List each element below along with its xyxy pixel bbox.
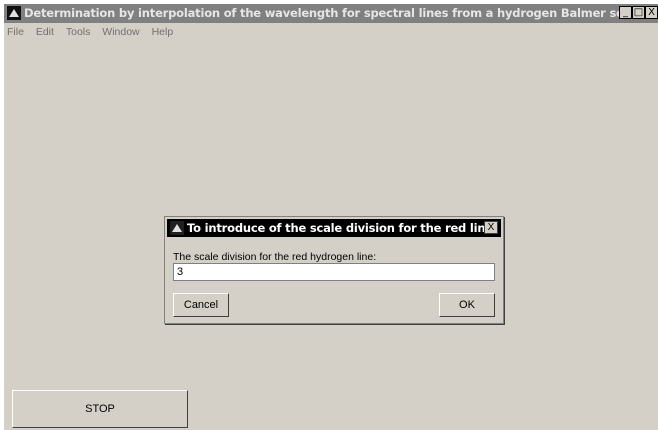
matlab-app-icon	[7, 6, 21, 20]
window-title: Determination by interpolation of the wa…	[24, 6, 641, 20]
dialog-titlebar[interactable]: To introduce of the scale division for t…	[167, 219, 501, 237]
menu-edit[interactable]: Edit	[36, 24, 54, 40]
dialog-prompt: The scale division for the red hydrogen …	[173, 251, 377, 263]
window-titlebar[interactable]: Determination by interpolation of the wa…	[4, 4, 658, 23]
input-dialog: To introduce of the scale division for t…	[164, 216, 504, 324]
maximize-button[interactable]: □	[632, 6, 645, 19]
scale-division-input[interactable]	[173, 263, 495, 281]
menu-window[interactable]: Window	[102, 24, 139, 40]
ok-button[interactable]: OK	[439, 293, 495, 317]
dialog-close-button[interactable]: X	[484, 221, 498, 234]
close-button[interactable]: X	[645, 6, 658, 19]
minimize-button[interactable]: _	[619, 6, 632, 19]
menu-help[interactable]: Help	[152, 24, 174, 40]
matlab-dialog-icon	[170, 221, 184, 235]
cancel-button[interactable]: Cancel	[173, 293, 229, 317]
stop-button[interactable]: STOP	[12, 390, 188, 428]
menu-file[interactable]: File	[7, 24, 24, 40]
menubar: File Edit Tools Window Help	[4, 24, 658, 40]
menu-tools[interactable]: Tools	[66, 24, 91, 40]
main-window: Determination by interpolation of the wa…	[4, 4, 658, 430]
dialog-title: To introduce of the scale division for t…	[187, 221, 493, 235]
